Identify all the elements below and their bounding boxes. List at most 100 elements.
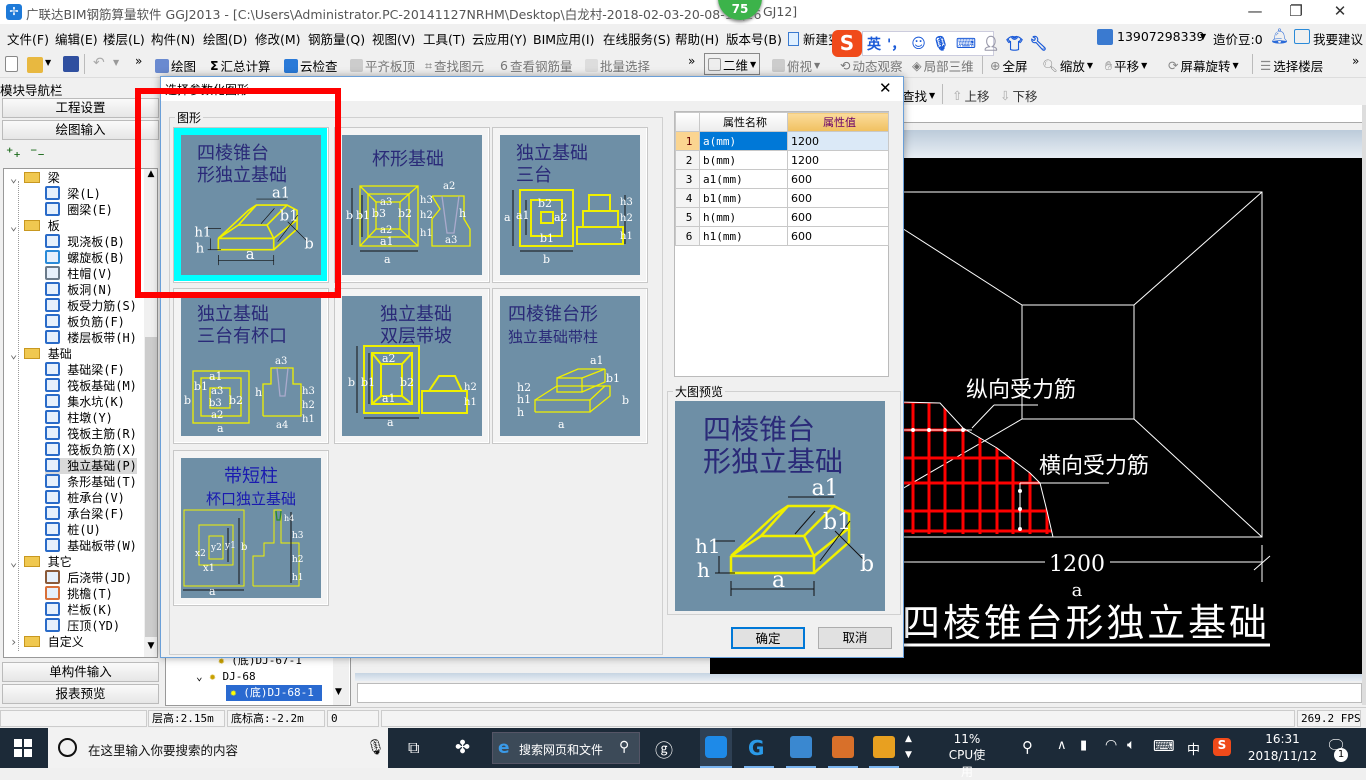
menu-item[interactable]: 文件(F) [7,29,49,48]
new-file-icon[interactable] [5,56,18,72]
property-value[interactable]: 600 [787,169,889,189]
move-down-button[interactable]: ⇩ 下移 [1000,86,1038,105]
property-name[interactable]: a(mm) [699,131,788,151]
menu-item[interactable]: 编辑(E) [55,29,98,48]
user-icon[interactable]: 👤︎ [982,36,1000,52]
local-3d-button[interactable]: ◈ 局部三维 [912,56,974,75]
tree-item[interactable]: 条形基础(T) [45,474,137,490]
draw-button[interactable]: 绘图 [155,56,196,75]
menu-item[interactable]: 修改(M) [255,29,301,48]
wifi-icon[interactable]: ◠ [1105,737,1117,753]
shape-thumbnail[interactable]: 独立基础 三台有杯口 a1 b1 a3 b3 b2 b a2 a a3 h a4 h3 h2 h1 [173,288,329,444]
scroll-down-icon[interactable]: ▼ [144,641,157,655]
undo-icon[interactable]: ↶ [93,55,105,71]
table-row[interactable]: 1 a(mm) 1200 [675,131,889,151]
toolbar-overflow-left[interactable]: » [135,54,142,68]
menu-item[interactable]: 工具(T) [423,29,465,48]
single-component-button[interactable]: 单构件输入 [2,662,159,682]
tree-item[interactable]: 栏板(K) [45,602,113,618]
table-row[interactable]: 6 h1(mm) 600 [675,226,889,246]
toolbar-overflow-mid[interactable]: » [688,54,695,68]
keyboard-icon[interactable]: ⌨ [956,36,976,52]
menu-item[interactable]: 绘图(D) [203,29,247,48]
web-search-box[interactable]: e 搜索网页和文件 ⚲ [492,732,640,764]
microphone-icon[interactable]: 🎙︎ [932,36,950,52]
menu-item[interactable]: 版本号(B) [726,29,782,48]
shape-thumbnail[interactable]: 四棱锥台形 独立基础带柱 a1 b1 h2 h1 h b a [492,288,648,444]
view-rebar-button[interactable]: 6 查看钢筋量 [500,56,572,75]
tree-item[interactable]: 现浇板(B) [45,234,125,250]
chevron-down-icon[interactable]: ⌄ [10,171,17,185]
cancel-button[interactable]: 取消 [818,627,892,649]
glodon-taskbar-app[interactable] [700,728,732,768]
save-icon[interactable] [63,56,79,72]
batch-select-button[interactable]: 批量选择 [585,56,650,75]
tree-item[interactable]: 后浇带(JD) [45,570,132,586]
tree-item[interactable]: 板负筋(F) [45,314,125,330]
clock[interactable]: 16:31 2018/11/12 [1245,731,1320,765]
wrench-icon[interactable]: 🔧︎ [1029,36,1047,52]
menu-item[interactable]: 云应用(Y) [472,29,527,48]
document-app-icon[interactable] [786,728,816,768]
chevron-down-icon[interactable]: ⌄ [10,555,17,569]
tree-item[interactable]: 基础梁(F) [45,362,125,378]
menu-item[interactable]: 帮助(H) [675,29,719,48]
notes-app-icon[interactable] [869,728,899,768]
scroll-down-icon[interactable]: ▼ [335,687,342,697]
main-scrollbar[interactable] [1362,105,1366,705]
account-avatar-icon[interactable] [1097,29,1113,45]
rotate-dropdown[interactable]: ⟳ 屏幕旋转 ▼ [1168,56,1239,75]
table-row[interactable]: 4 b1(mm) 600 [675,188,889,208]
property-value[interactable]: 1200 [787,131,889,151]
table-row[interactable]: 3 a1(mm) 600 [675,169,889,189]
ime-indicator[interactable]: 中 [1187,739,1200,758]
tree-folder[interactable]: › 自定义 [10,634,84,650]
tree-folder[interactable]: ⌄ 基础 [10,346,72,362]
view-2d-dropdown[interactable]: 二维 ▼ [704,53,761,75]
battery-icon[interactable]: ▮ [1080,738,1087,753]
menu-item[interactable]: 楼层(L) [103,29,145,48]
tree-scroll-thumb[interactable] [145,337,157,637]
restore-button[interactable]: ❐ [1281,2,1311,22]
ime-lang-toggle[interactable]: 英 [867,34,881,54]
property-value[interactable]: 600 [787,188,889,208]
property-name[interactable]: h(mm) [699,207,788,227]
property-value[interactable]: 600 [787,207,889,227]
toolbar-overflow-right[interactable]: » [1352,54,1359,68]
property-name[interactable]: a1(mm) [699,169,788,189]
tree-item[interactable]: 集水坑(K) [45,394,125,410]
property-name[interactable]: b1(mm) [699,188,788,208]
property-value[interactable]: 1200 [787,150,889,170]
orbit-button[interactable]: ⟲ 动态观察 [840,56,903,75]
tree-item[interactable]: 筏板基础(M) [45,378,137,394]
move-up-button[interactable]: ⇧ 上移 [952,86,990,105]
chevron-down-icon[interactable]: ⌄ [10,347,17,361]
menu-item[interactable]: 钢筋量(Q) [308,29,365,48]
report-preview-button[interactable]: 报表预览 [2,684,159,704]
tree-item[interactable]: 板洞(N) [45,282,113,298]
dialog-close-button[interactable]: ✕ [879,79,892,97]
pdf-app-icon[interactable] [828,728,858,768]
windows-start-icon[interactable] [14,739,32,757]
tree-item[interactable]: 螺旋板(B) [45,250,125,266]
shape-thumbnail[interactable]: 独立基础 双层带坡 b b1 a2 b2 a1 a h2 h1 [334,288,490,444]
browser-app-icon[interactable]: ⓖ [655,737,673,763]
list-item-selected[interactable]: ✹ (底)DJ-68-1 [226,685,322,701]
shape-thumbnail[interactable]: 带短柱 杯口独立基础 x2 y2 y1 b x1 a h4 h3 h2 h1 [173,450,329,606]
tree-item[interactable]: 承台梁(F) [45,506,125,522]
zoom-dropdown[interactable]: 🔍︎ 缩放 ▼ [1042,56,1093,75]
taskbar-search-box[interactable]: 在这里输入你要搜索的内容 🎙︎ [48,728,388,768]
list-item[interactable]: ⌄ ✹ DJ-68 [196,669,256,685]
emoji-icon[interactable]: ☺ [911,36,926,52]
tree-item[interactable]: 桩承台(V) [45,490,125,506]
tree-item[interactable]: 板受力筋(S) [45,298,137,314]
open-dropdown-icon[interactable]: ▼ [45,58,51,67]
tree-item[interactable]: 基础板带(W) [45,538,137,554]
menu-item[interactable]: 视图(V) [372,29,415,48]
chevron-right-icon[interactable]: › [10,635,17,649]
task-view-icon[interactable]: ⧉ [408,738,419,758]
find-element-button[interactable]: ⌗ 查找图元 [425,56,484,75]
tree-item[interactable]: 桩(U) [45,522,101,538]
bell-icon[interactable]: 🔔︎ [1270,27,1289,45]
table-row[interactable]: 2 b(mm) 1200 [675,150,889,170]
